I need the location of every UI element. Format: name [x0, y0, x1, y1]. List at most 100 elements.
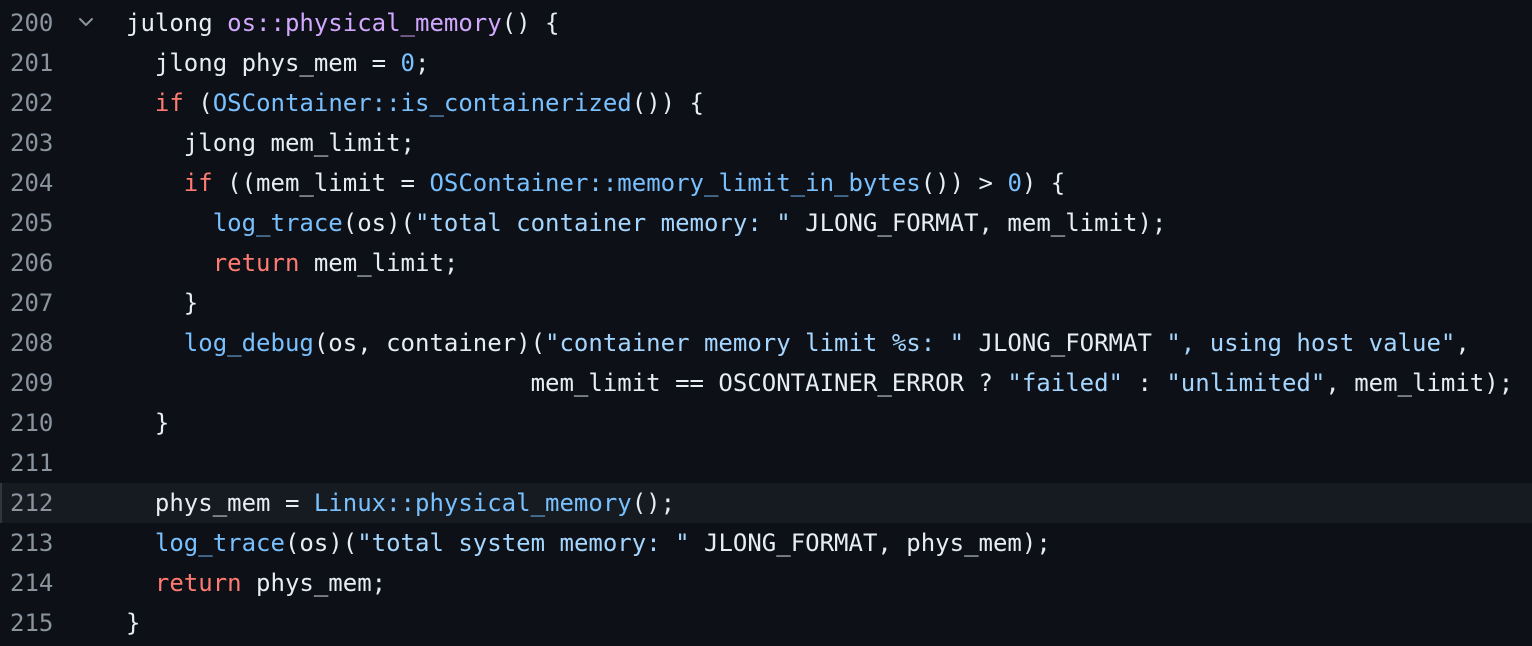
code-token: 0: [1007, 169, 1022, 197]
code-line: 215}: [0, 603, 1532, 643]
code-line: 201 jlong phys_mem = 0;: [0, 43, 1532, 83]
code-token: , mem_limit);: [1325, 369, 1514, 397]
line-content: return phys_mem;: [126, 563, 386, 603]
code-token: "failed": [1007, 369, 1123, 397]
line-number[interactable]: 212: [10, 483, 58, 523]
code-line: 203 jlong mem_limit;: [0, 123, 1532, 163]
code-line: 206 return mem_limit;: [0, 243, 1532, 283]
code-token: ", using host value": [1166, 329, 1456, 357]
code-token: }: [126, 409, 170, 437]
code-line: 205 log_trace(os)("total container memor…: [0, 203, 1532, 243]
code-token: OSContainer::memory_limit_in_bytes: [429, 169, 921, 197]
line-content: log_trace(os)("total system memory: " JL…: [126, 523, 1051, 563]
code-token: log_trace: [154, 529, 285, 557]
line-number[interactable]: 202: [10, 83, 58, 123]
code-token: ()) >: [920, 169, 1008, 197]
code-token: if: [183, 169, 213, 197]
code-token: (os)(: [284, 529, 358, 557]
line-content: if ((mem_limit = OSContainer::memory_lim…: [126, 163, 1065, 203]
line-content: jlong phys_mem = 0;: [126, 43, 430, 83]
code-token: Linux::physical_memory: [313, 489, 632, 517]
code-token: ();: [631, 489, 676, 517]
code-token: }: [126, 289, 199, 317]
line-content: mem_limit == OSCONTAINER_ERROR ? "failed…: [126, 363, 1514, 403]
code-token: ) {: [1021, 169, 1066, 197]
line-number[interactable]: 207: [10, 283, 58, 323]
code-line: 204 if ((mem_limit = OSContainer::memory…: [0, 163, 1532, 203]
code-token: phys_mem;: [241, 569, 387, 597]
code-token: }: [126, 609, 141, 637]
code-token: jlong mem_limit;: [126, 129, 415, 157]
code-token: (: [183, 89, 213, 117]
code-token: 0: [400, 49, 415, 77]
line-content: jlong mem_limit;: [126, 123, 415, 163]
code-line: 213 log_trace(os)("total system memory: …: [0, 523, 1532, 563]
chevron-down-icon[interactable]: [74, 3, 98, 43]
code-token: (os)(: [342, 209, 415, 237]
code-token: "container memory limit %s: ": [545, 329, 965, 357]
line-number[interactable]: 200: [10, 3, 58, 43]
code-line: 212 phys_mem = Linux::physical_memory();: [0, 483, 1532, 523]
code-token: ;: [415, 49, 430, 77]
code-token: jlong phys_mem =: [126, 49, 401, 77]
line-number[interactable]: 206: [10, 243, 58, 283]
code-token: (os, container)(: [313, 329, 546, 357]
line-number[interactable]: 211: [10, 443, 58, 483]
line-number[interactable]: 208: [10, 323, 58, 363]
code-line: 200 julong os::physical_memory() {: [0, 3, 1532, 43]
line-content: }: [126, 283, 198, 323]
code-token: JLONG_FORMAT, phys_mem);: [689, 529, 1051, 557]
line-content: log_debug(os, container)("container memo…: [126, 323, 1470, 363]
code-token: if: [154, 89, 184, 117]
code-token: mem_limit == OSCONTAINER_ERROR ?: [126, 369, 1008, 397]
code-token: "unlimited": [1166, 369, 1326, 397]
code-token: phys_mem =: [126, 489, 314, 517]
code-token: ((mem_limit =: [212, 169, 430, 197]
line-number[interactable]: 204: [10, 163, 58, 203]
code-line: 209 mem_limit == OSCONTAINER_ERROR ? "fa…: [0, 363, 1532, 403]
code-line: 214 return phys_mem;: [0, 563, 1532, 603]
code-token: ()) {: [631, 89, 704, 117]
code-token: log_debug: [183, 329, 314, 357]
code-token: () {: [501, 9, 560, 37]
code-line: 207 }: [0, 283, 1532, 323]
code-token: JLONG_FORMAT, mem_limit);: [790, 209, 1167, 237]
code-line: 211: [0, 443, 1532, 483]
line-number[interactable]: 209: [10, 363, 58, 403]
line-number[interactable]: 215: [10, 603, 58, 643]
line-number[interactable]: 203: [10, 123, 58, 163]
code-token: mem_limit;: [299, 249, 459, 277]
line-number[interactable]: 214: [10, 563, 58, 603]
code-token: return: [154, 569, 242, 597]
code-token: "total container memory: ": [415, 209, 791, 237]
code-line: 208 log_debug(os, container)("container …: [0, 323, 1532, 363]
code-token: return: [212, 249, 300, 277]
line-content: julong os::physical_memory() {: [126, 3, 560, 43]
line-content: }: [126, 403, 169, 443]
code-line: 202 if (OSContainer::is_containerized())…: [0, 83, 1532, 123]
line-content: return mem_limit;: [126, 243, 459, 283]
code-token: :: [1123, 369, 1167, 397]
code-token: ,: [1455, 329, 1470, 357]
line-number[interactable]: 210: [10, 403, 58, 443]
line-content: if (OSContainer::is_containerized()) {: [126, 83, 704, 123]
code-token: log_trace: [212, 209, 343, 237]
code-token: OSContainer::is_containerized: [212, 89, 632, 117]
line-content: }: [126, 603, 140, 643]
line-content: phys_mem = Linux::physical_memory();: [126, 483, 675, 523]
code-line: 210 }: [0, 403, 1532, 443]
code-viewer: 200 julong os::physical_memory() {201 jlo…: [0, 0, 1532, 646]
code-token: os::physical_memory: [227, 9, 502, 37]
line-number[interactable]: 213: [10, 523, 58, 563]
line-number[interactable]: 205: [10, 203, 58, 243]
code-token: julong: [126, 9, 228, 37]
line-number[interactable]: 201: [10, 43, 58, 83]
code-token: "total system memory: ": [357, 529, 690, 557]
